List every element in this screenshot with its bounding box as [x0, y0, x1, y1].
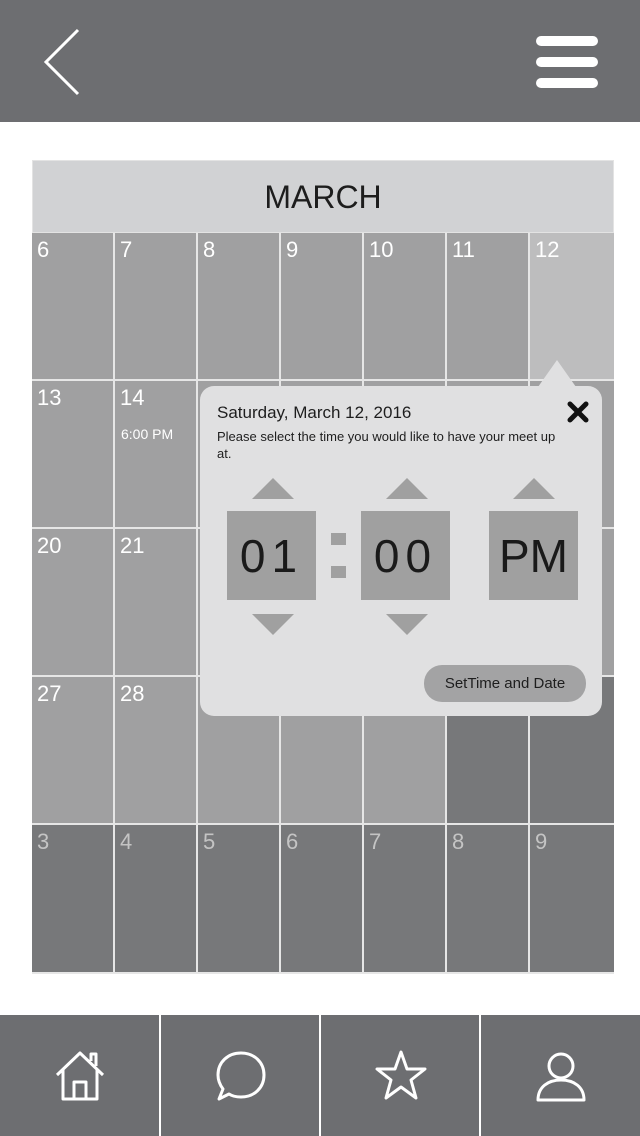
- calendar-day-cell[interactable]: 7: [115, 233, 198, 381]
- calendar-header: MARCH: [32, 160, 614, 233]
- calendar-day-cell[interactable]: 27: [32, 677, 115, 825]
- colon-dot-bottom: [331, 566, 346, 578]
- day-number: 9: [286, 237, 299, 262]
- day-number: 12: [535, 237, 560, 262]
- calendar-day-cell[interactable]: 7: [364, 825, 447, 974]
- user-icon: [536, 1052, 586, 1102]
- hamburger-menu-button[interactable]: [536, 36, 600, 90]
- calendar-day-cell[interactable]: 11: [447, 233, 530, 381]
- calendar-day-cell[interactable]: 8: [198, 233, 281, 381]
- minute-value[interactable]: 00: [361, 511, 450, 600]
- minute-up-arrow[interactable]: [386, 478, 428, 499]
- close-icon: [567, 401, 589, 423]
- menu-line-middle: [536, 57, 598, 67]
- day-number: 14: [120, 385, 145, 410]
- calendar-day-cell[interactable]: 5: [198, 825, 281, 974]
- day-number: 3: [37, 829, 50, 854]
- day-number: 8: [203, 237, 216, 262]
- day-number: 11: [452, 237, 475, 262]
- calendar-day-cell[interactable]: 4: [115, 825, 198, 974]
- time-picker-popup: Saturday, March 12, 2016 Please select t…: [200, 386, 602, 716]
- colon-dot-top: [331, 533, 346, 545]
- day-number: 20: [37, 533, 62, 558]
- calendar-day-cell[interactable]: 10: [364, 233, 447, 381]
- hour-down-arrow[interactable]: [252, 614, 294, 635]
- calendar-day-cell[interactable]: 6: [281, 825, 364, 974]
- day-number: 4: [120, 829, 133, 854]
- calendar-day-cell[interactable]: 13: [32, 381, 115, 529]
- tab-favorites[interactable]: [321, 1015, 481, 1136]
- tab-chat[interactable]: [161, 1015, 321, 1136]
- menu-line-top: [536, 36, 598, 46]
- chat-bubble-icon: [216, 1051, 266, 1101]
- event-time: 6:00 PM: [121, 426, 174, 442]
- back-button[interactable]: [38, 28, 86, 96]
- calendar-day-cell[interactable]: 28: [115, 677, 198, 825]
- calendar-day-cell[interactable]: 12: [530, 233, 614, 381]
- top-bar: [0, 0, 640, 122]
- close-button[interactable]: [564, 398, 592, 426]
- day-number: 27: [37, 681, 62, 706]
- calendar-day-cell[interactable]: 14 6:00 PM: [115, 381, 198, 529]
- day-number: 8: [452, 829, 465, 854]
- day-number: 9: [535, 829, 548, 854]
- minute-down-arrow[interactable]: [386, 614, 428, 635]
- star-icon: [375, 1050, 427, 1100]
- day-number: 7: [120, 237, 133, 262]
- calendar-day-cell[interactable]: 6: [32, 233, 115, 381]
- calendar-day-cell[interactable]: 9: [530, 825, 614, 974]
- period-value[interactable]: PM: [489, 511, 578, 600]
- day-number: 6: [286, 829, 299, 854]
- day-number: 21: [120, 533, 145, 558]
- tab-profile[interactable]: [481, 1015, 640, 1136]
- calendar-day-cell[interactable]: 3: [32, 825, 115, 974]
- menu-line-bottom: [536, 78, 598, 88]
- calendar-day-cell[interactable]: 9: [281, 233, 364, 381]
- popup-message: Please select the time you would like to…: [217, 429, 556, 461]
- day-number: 7: [369, 829, 382, 854]
- tab-home[interactable]: [0, 1015, 160, 1136]
- day-number: 5: [203, 829, 216, 854]
- calendar-day-cell[interactable]: 20: [32, 529, 115, 677]
- popup-date: Saturday, March 12, 2016: [217, 403, 412, 422]
- month-title: MARCH: [264, 179, 382, 215]
- home-icon: [55, 1051, 105, 1101]
- chevron-left-icon: [43, 28, 80, 96]
- day-number: 28: [120, 681, 145, 706]
- bottom-tab-bar: [0, 1015, 640, 1136]
- period-up-arrow[interactable]: [513, 478, 555, 499]
- calendar-day-cell[interactable]: 21: [115, 529, 198, 677]
- calendar-day-cell[interactable]: 8: [447, 825, 530, 974]
- day-number: 10: [369, 237, 394, 262]
- day-number: 6: [37, 237, 50, 262]
- hour-up-arrow[interactable]: [252, 478, 294, 499]
- set-time-and-date-button[interactable]: SetTime and Date: [424, 665, 586, 702]
- hour-value[interactable]: 01: [227, 511, 316, 600]
- popup-pointer: [538, 360, 576, 387]
- day-number: 13: [37, 385, 62, 410]
